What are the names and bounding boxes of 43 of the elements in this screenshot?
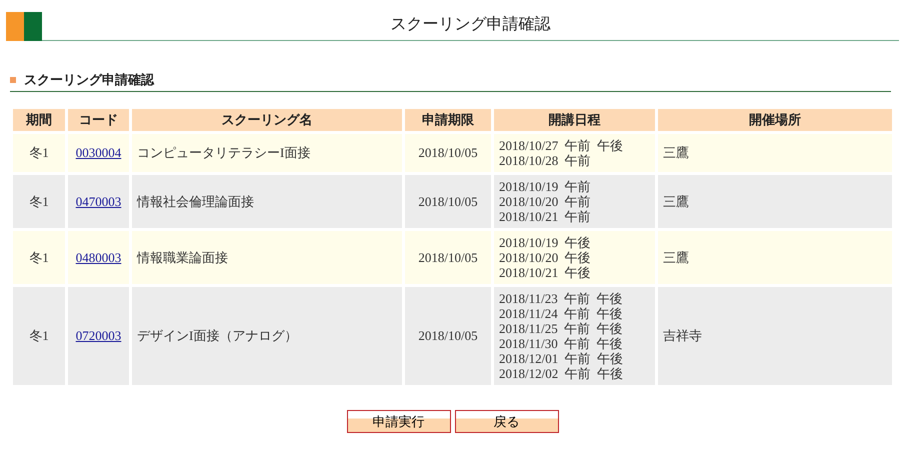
table-cell: 2018/10/05	[405, 231, 491, 284]
schedule-line: 2018/10/28 午前	[499, 153, 592, 168]
schedule-line: 2018/10/27 午前 午後	[499, 138, 624, 153]
schedule-line: 2018/10/20 午前	[499, 194, 592, 209]
schedule-line: 2018/11/24 午前 午後	[499, 306, 624, 321]
column-header: 申請期限	[405, 109, 491, 131]
schedule-line: 2018/10/21 午後	[499, 265, 592, 280]
logo-icon	[6, 12, 42, 41]
schedule-line: 2018/11/25 午前 午後	[499, 321, 624, 336]
table-cell: 冬1	[13, 287, 65, 385]
table-cell: 三鷹	[658, 175, 892, 228]
table-cell: 2018/10/05	[405, 134, 491, 172]
table-cell: 情報職業論面接	[132, 231, 402, 284]
schedule-line: 2018/11/30 午前 午後	[499, 336, 624, 351]
schedule-line: 2018/12/02 午前 午後	[499, 366, 624, 381]
bullet-icon	[10, 77, 16, 83]
column-header: スクーリング名	[132, 109, 402, 131]
table-cell: 冬1	[13, 231, 65, 284]
course-code-link[interactable]: 0720003	[76, 328, 122, 343]
schedule-line: 2018/11/23 午前 午後	[499, 291, 624, 306]
schedule-line: 2018/10/20 午後	[499, 250, 592, 265]
table-cell: 冬1	[13, 175, 65, 228]
schedule-line: 2018/10/19 午後	[499, 235, 592, 250]
section-title: スクーリング申請確認	[24, 72, 154, 89]
table-cell: 情報社会倫理論面接	[132, 175, 402, 228]
schedule-line: 2018/12/01 午前 午後	[499, 351, 624, 366]
action-button[interactable]: 申請実行	[346, 410, 450, 433]
column-header: 開催場所	[658, 109, 892, 131]
schedule-line: 2018/10/21 午前	[499, 209, 592, 224]
column-header: コード	[68, 109, 129, 131]
table-cell: 三鷹	[658, 134, 892, 172]
table-cell: 冬1	[13, 134, 65, 172]
table-cell: 2018/10/05	[405, 287, 491, 385]
table-cell: 吉祥寺	[658, 287, 892, 385]
page-title: スクーリング申請確認	[390, 14, 550, 35]
column-header: 期間	[13, 109, 65, 131]
table-cell: 三鷹	[658, 231, 892, 284]
table-cell: コンピュータリテラシーI面接	[132, 134, 402, 172]
schedule-line: 2018/10/19 午前	[499, 179, 592, 194]
table-cell: デザインI面接（アナログ）	[132, 287, 402, 385]
column-header: 開講日程	[494, 109, 655, 131]
action-button[interactable]: 戻る	[454, 410, 558, 433]
table-cell: 2018/10/05	[405, 175, 491, 228]
